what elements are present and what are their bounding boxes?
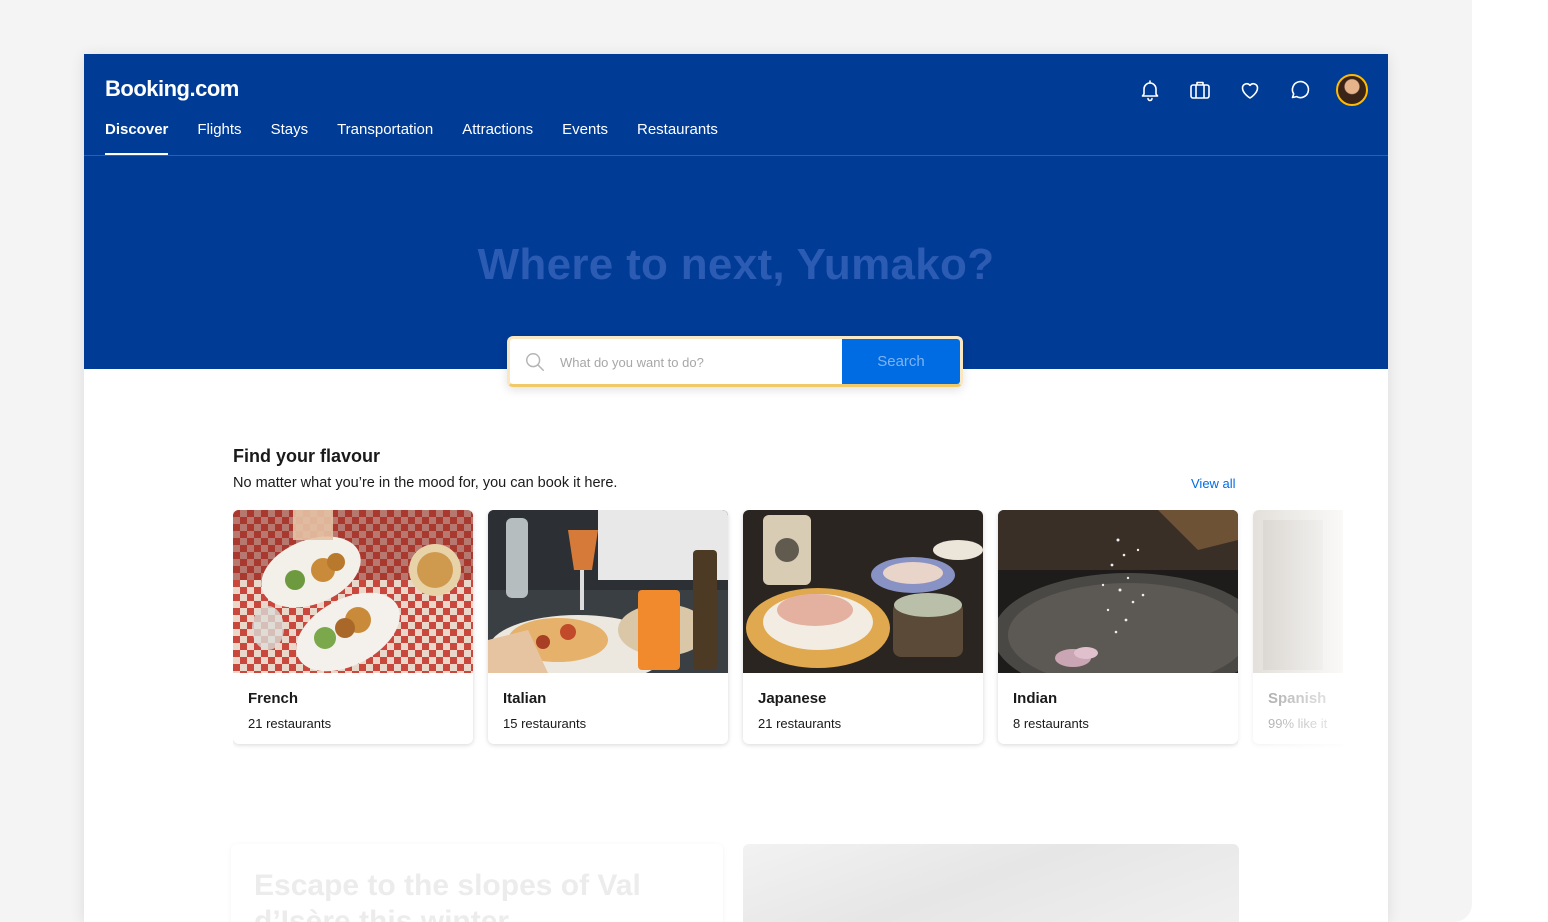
card-count: 99% like it [1268, 716, 1328, 731]
card-indian[interactable]: Indian 8 restaurants [998, 510, 1238, 744]
section-title: Find your flavour [233, 446, 381, 466]
search-button[interactable]: Search [842, 339, 960, 384]
logo[interactable]: Booking.com [105, 76, 239, 102]
card-count: 21 restaurants [758, 716, 842, 731]
nav-divider [84, 155, 1388, 156]
card-french[interactable]: French 21 restaurants [233, 510, 473, 744]
card-name: Spanish [1268, 690, 1327, 707]
hero-title: Where to next, Yumako? [477, 240, 995, 289]
card-spanish[interactable]: Spanish 99% like it [1253, 510, 1343, 744]
tab-discover[interactable]: Discover [105, 116, 169, 155]
italian-food-image [488, 510, 728, 673]
avatar[interactable] [1336, 74, 1368, 106]
header-icons [1118, 74, 1368, 106]
heart-icon[interactable] [1232, 74, 1268, 106]
search-icon [526, 353, 544, 371]
tab-flights[interactable]: Flights [197, 116, 241, 155]
search-input[interactable] [558, 339, 846, 386]
view-all-link[interactable]: View all [1191, 476, 1236, 491]
header: Booking.com Discover Flights Stays Trans… [84, 54, 1388, 369]
card-count: 21 restaurants [248, 716, 332, 731]
card-count: 8 restaurants [1013, 716, 1089, 731]
card-name: Italian [503, 690, 547, 707]
card-name: French [248, 690, 299, 707]
spanish-food-image [1253, 510, 1343, 673]
search-box: Search [507, 336, 963, 387]
suitcase-icon[interactable] [1182, 74, 1218, 106]
french-food-image [233, 510, 473, 673]
card-name: Japanese [758, 690, 827, 707]
tab-transportation[interactable]: Transportation [337, 116, 433, 155]
bell-icon[interactable] [1132, 74, 1168, 106]
section-subtitle: No matter what you’re in the mood for, y… [233, 475, 618, 491]
flavour-carousel: French 21 restaurants Italian 15 restaur [233, 510, 1343, 750]
japanese-food-image [743, 510, 983, 673]
nav-tabs: Discover Flights Stays Transportation At… [105, 116, 747, 155]
promo-image [743, 844, 1239, 922]
tab-attractions[interactable]: Attractions [462, 116, 533, 155]
tab-events[interactable]: Events [562, 116, 608, 155]
browser-window: Booking.com Discover Flights Stays Trans… [84, 54, 1388, 922]
tab-restaurants[interactable]: Restaurants [637, 116, 718, 155]
promo-title: Escape to the slopes of Val d’Isère this… [254, 869, 641, 922]
card-count: 15 restaurants [503, 716, 587, 731]
indian-food-image [998, 510, 1238, 673]
card-italian[interactable]: Italian 15 restaurants [488, 510, 728, 744]
card-japanese[interactable]: Japanese 21 restaurants [743, 510, 983, 744]
chat-icon[interactable] [1282, 74, 1318, 106]
card-name: Indian [1013, 690, 1058, 707]
tab-stays[interactable]: Stays [271, 116, 309, 155]
